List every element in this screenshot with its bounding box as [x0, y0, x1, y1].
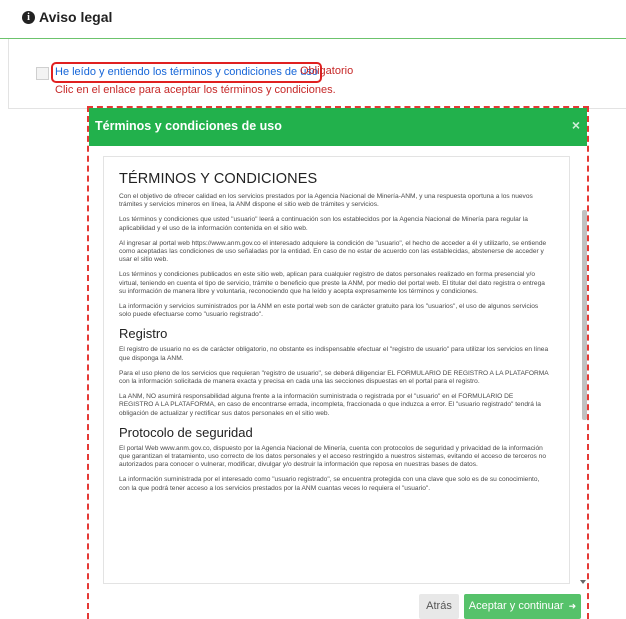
required-label: Obligatorio [300, 65, 354, 77]
chevron-down-icon[interactable] [580, 580, 586, 584]
terms-paragraph: La ANM, NO asumirá responsabilidad algun… [119, 393, 541, 417]
info-icon: i [22, 11, 35, 24]
arrow-right-icon: ➜ [568, 601, 577, 611]
modal-title: Términos y condiciones de uso [95, 119, 282, 133]
page-title: Aviso legal [39, 9, 113, 25]
accept-continue-button[interactable]: Aceptar y continuar ➜ [464, 594, 581, 619]
modal-footer: Atrás Aceptar y continuar ➜ [89, 588, 587, 619]
terms-checkbox[interactable] [36, 67, 49, 80]
terms-paragraph: La información suministrada por el inter… [119, 476, 540, 492]
terms-modal: Términos y condiciones de uso × TÉRMINOS… [87, 106, 589, 619]
close-icon[interactable]: × [572, 117, 580, 133]
terms-paragraph: El registro de usuario no es de carácter… [119, 346, 549, 362]
terms-paragraph: Con el objetivo de ofrecer calidad en lo… [119, 193, 533, 209]
legal-notice-header: i Aviso legal [0, 0, 626, 39]
terms-paragraph: Al ingresar al portal web https://www.an… [119, 239, 547, 264]
terms-hint: Clic en el enlace para aceptar los térmi… [55, 84, 336, 96]
scrollbar-thumb[interactable] [582, 210, 587, 420]
protocolo-heading: Protocolo de seguridad [119, 424, 253, 440]
terms-paragraph: Para el uso pleno de los servicios que r… [119, 369, 549, 386]
back-button[interactable]: Atrás [419, 594, 459, 619]
terms-content: TÉRMINOS Y CONDICIONES Con el objetivo d… [119, 169, 549, 500]
terms-paragraph: El portal Web www.anm.gov.co, dispuesto … [119, 444, 546, 469]
terms-link[interactable]: He leído y entiendo los términos y condi… [51, 62, 322, 83]
accept-label: Aceptar y continuar [468, 600, 564, 612]
terms-paragraph: La información y servicios suministrados… [119, 303, 539, 319]
registro-heading: Registro [119, 326, 168, 342]
modal-header: Términos y condiciones de uso × [89, 108, 587, 146]
terms-scroll-area[interactable]: TÉRMINOS Y CONDICIONES Con el objetivo d… [103, 156, 570, 584]
terms-heading: TÉRMINOS Y CONDICIONES [119, 171, 318, 187]
terms-paragraph: Los términos y condiciones publicados en… [119, 271, 545, 295]
terms-paragraph: Los términos y condiciones que usted "us… [119, 216, 528, 232]
scrollbar[interactable] [580, 156, 587, 584]
